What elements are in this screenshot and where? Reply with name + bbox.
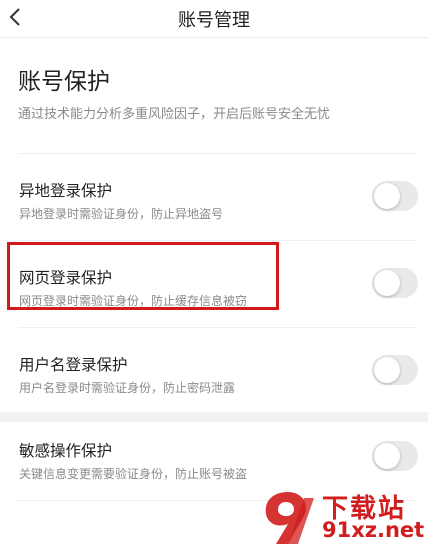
page-title: 账号管理 (178, 10, 250, 31)
setting-subtitle: 异地登录时需验证身份，防止异地盗号 (19, 207, 224, 221)
toggle-knob (374, 357, 400, 383)
toggle-knob (374, 183, 400, 209)
watermark-bottom-text: 91xz.net (322, 518, 425, 542)
web-login-toggle[interactable] (372, 268, 418, 298)
setting-title: 敏感操作保护 (19, 442, 113, 460)
setting-row-username-login: 用户名登录保护 用户名登录时需验证身份，防止密码泄露 (0, 328, 428, 414)
top-nav-bar: 账号管理 (0, 0, 428, 38)
section-title: 账号保护 (18, 69, 110, 95)
setting-row-remote-login: 异地登录保护 异地登录时需验证身份，防止异地盗号 (0, 154, 428, 240)
username-login-toggle[interactable] (372, 355, 418, 385)
highlight-box (7, 242, 279, 310)
setting-title: 用户名登录保护 (19, 356, 128, 374)
setting-subtitle: 关键信息变更需要验证身份，防止账号被盗 (19, 467, 248, 481)
remote-login-toggle[interactable] (372, 181, 418, 211)
toggle-knob (374, 270, 400, 296)
watermark: 下载站 91xz.net (258, 486, 428, 548)
section-description: 通过技术能力分析多重风险因子，开启后账号安全无忧 (18, 107, 331, 122)
setting-subtitle: 用户名登录时需验证身份，防止密码泄露 (19, 381, 236, 395)
sensitive-ops-toggle[interactable] (372, 441, 418, 471)
toggle-knob (374, 443, 400, 469)
setting-title: 异地登录保护 (19, 182, 113, 200)
watermark-logo-icon (265, 492, 314, 544)
